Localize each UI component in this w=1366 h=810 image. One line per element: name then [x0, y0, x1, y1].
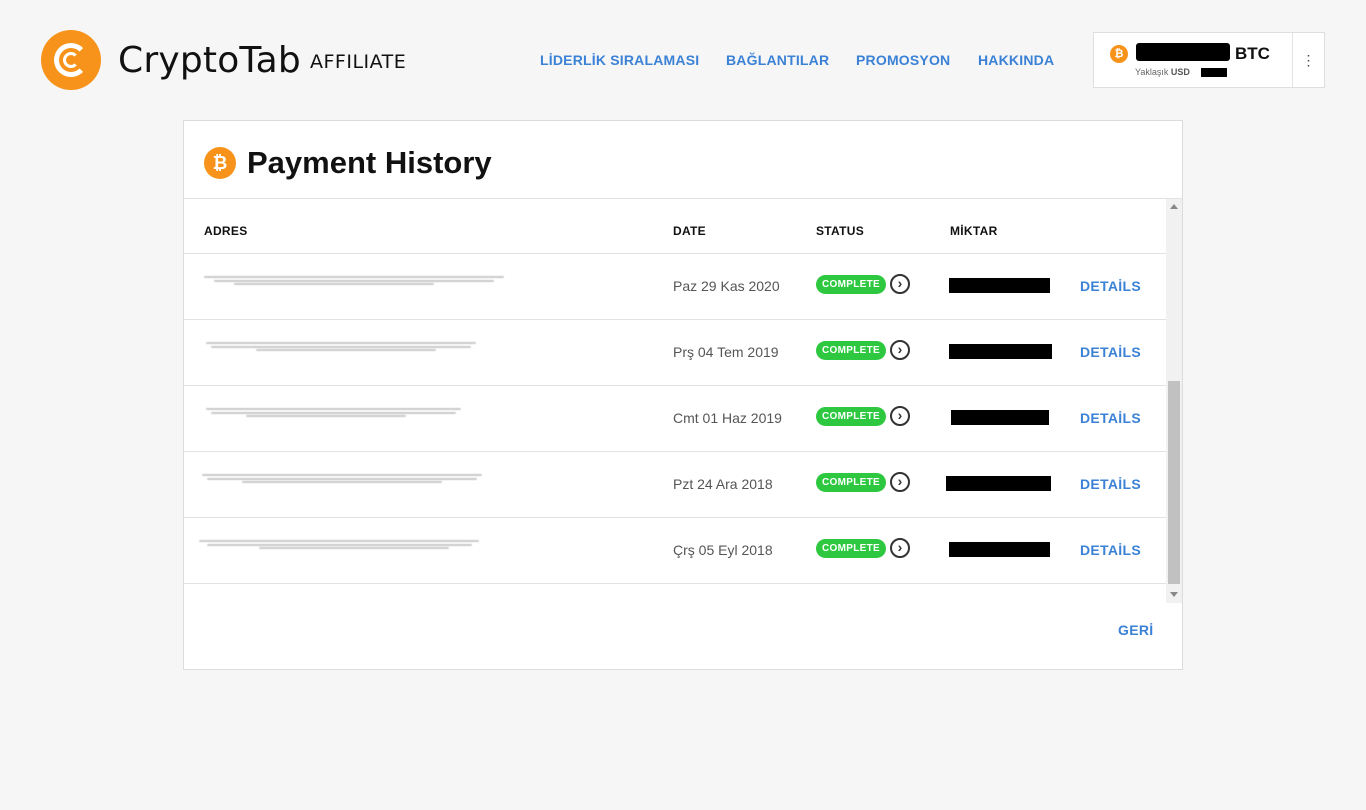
chevron-right-icon[interactable]: ›: [890, 274, 910, 294]
blurred-address: [199, 537, 483, 551]
status-badge: COMPLETE: [816, 407, 886, 426]
back-button[interactable]: GERİ: [1118, 622, 1153, 638]
column-header-status: STATUS: [816, 224, 865, 238]
table-row: Cmt 01 Haz 2019 COMPLETE › DETAİLS: [184, 386, 1166, 452]
details-link[interactable]: DETAİLS: [1080, 476, 1141, 492]
redacted-amount: [949, 344, 1052, 359]
bitcoin-icon: ₿: [1110, 45, 1128, 63]
scroll-down-arrow-icon[interactable]: [1170, 592, 1178, 597]
payment-table: ADRES DATE STATUS MİKTAR Paz 29 Kas 2020…: [184, 199, 1166, 584]
status-badge: COMPLETE: [816, 341, 886, 360]
redacted-amount: [946, 476, 1051, 491]
chevron-right-icon[interactable]: ›: [890, 538, 910, 558]
balance-unit: BTC: [1235, 44, 1270, 63]
table-header: ADRES DATE STATUS MİKTAR: [184, 199, 1166, 254]
redacted-balance: [1136, 43, 1230, 61]
details-link[interactable]: DETAİLS: [1080, 542, 1141, 558]
approx-usd-label: Yaklaşık USD: [1135, 67, 1190, 77]
nav-promotion[interactable]: PROMOSYON: [856, 52, 950, 68]
brand-subtitle: AFFILIATE: [309, 51, 407, 73]
blurred-address: [202, 471, 486, 485]
status-badge: COMPLETE: [816, 473, 886, 492]
payment-history-card: ₿ Payment History ADRES DATE STATUS MİKT…: [183, 120, 1183, 670]
bitcoin-icon: ₿: [204, 147, 236, 179]
redacted-amount: [949, 542, 1050, 557]
nav-links[interactable]: BAĞLANTILAR: [726, 52, 829, 68]
blurred-address: [206, 405, 466, 419]
payment-date: Cmt 01 Haz 2019: [673, 410, 782, 426]
payment-date: Paz 29 Kas 2020: [673, 278, 780, 294]
table-row: Prş 04 Tem 2019 COMPLETE › DETAİLS: [184, 320, 1166, 386]
details-link[interactable]: DETAİLS: [1080, 344, 1141, 360]
chevron-right-icon[interactable]: ›: [890, 406, 910, 426]
payment-date: Çrş 05 Eyl 2018: [673, 542, 773, 558]
chevron-right-icon[interactable]: ›: [890, 472, 910, 492]
scrollbar-thumb[interactable]: [1168, 381, 1180, 584]
payment-date: Pzt 24 Ara 2018: [673, 476, 773, 492]
blurred-address: [206, 339, 482, 353]
cryptotab-logo[interactable]: CryptoTab AFFILIATE: [41, 30, 406, 90]
brand-name: CryptoTab: [118, 39, 301, 81]
table-scrollbar[interactable]: [1166, 199, 1182, 603]
details-link[interactable]: DETAİLS: [1080, 278, 1141, 294]
column-header-amount: MİKTAR: [950, 224, 998, 238]
table-row: Paz 29 Kas 2020 COMPLETE › DETAİLS: [184, 254, 1166, 320]
chevron-right-icon[interactable]: ›: [890, 340, 910, 360]
redacted-amount: [951, 410, 1049, 425]
column-header-date: DATE: [673, 224, 706, 238]
details-link[interactable]: DETAİLS: [1080, 410, 1141, 426]
table-row: Çrş 05 Eyl 2018 COMPLETE › DETAİLS: [184, 518, 1166, 584]
scroll-up-arrow-icon[interactable]: [1170, 204, 1178, 209]
blurred-address: [204, 273, 506, 287]
column-header-address: ADRES: [204, 224, 248, 238]
status-badge: COMPLETE: [816, 539, 886, 558]
table-row: Pzt 24 Ara 2018 COMPLETE › DETAİLS: [184, 452, 1166, 518]
payment-date: Prş 04 Tem 2019: [673, 344, 779, 360]
nav-about[interactable]: HAKKINDA: [978, 52, 1054, 68]
balance-widget[interactable]: ₿ BTC Yaklaşık USD ⋮: [1093, 32, 1325, 88]
redacted-usd: [1201, 68, 1227, 77]
nav-leaderboard[interactable]: LİDERLİK SIRALAMASI: [540, 52, 699, 68]
card-header: ₿ Payment History: [204, 145, 492, 181]
page-title: Payment History: [247, 145, 492, 180]
cryptotab-logo-icon: [41, 30, 101, 90]
more-options-icon[interactable]: ⋮: [1293, 33, 1324, 87]
redacted-amount: [949, 278, 1050, 293]
status-badge: COMPLETE: [816, 275, 886, 294]
